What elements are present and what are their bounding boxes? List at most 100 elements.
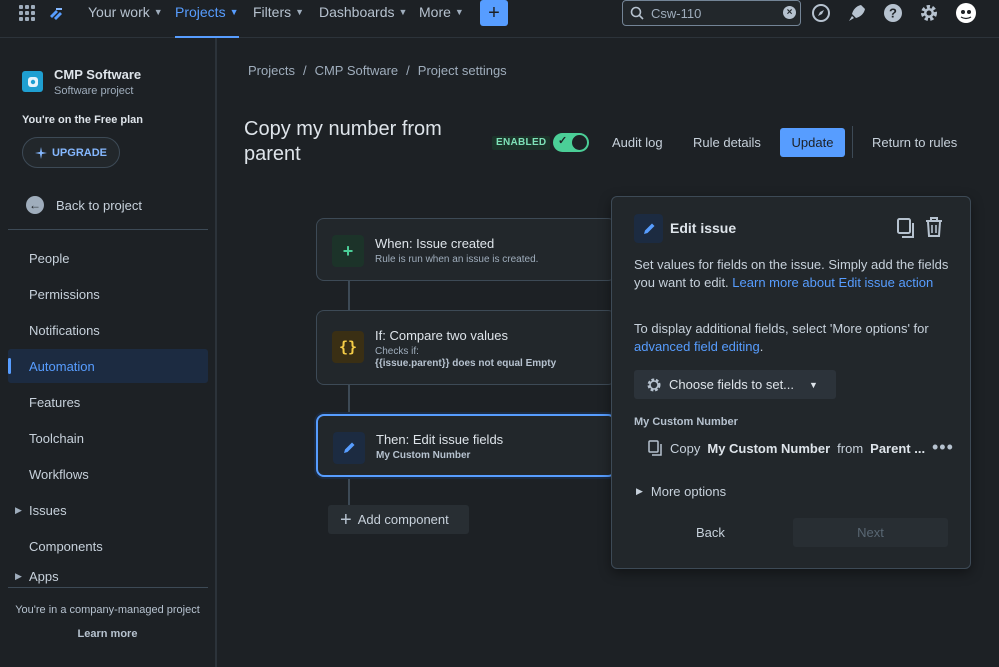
sidebar-item-label: Components [29,538,103,554]
learn-more-edit-issue-link[interactable]: Learn more about Edit issue action [732,275,933,290]
search-icon [630,6,644,20]
field-value-source: Parent ... [870,440,926,456]
node-subtitle: Rule is run when an issue is created. [375,254,539,265]
node-subtitle: My Custom Number [376,450,471,461]
edit-icon [634,214,663,243]
sidebar-item-label: Apps [29,568,59,584]
edit-icon [333,432,365,464]
chevron-down-icon: ▼ [809,379,818,390]
curly-braces-icon: {} [332,331,364,363]
sidebar-item-label: People [29,250,70,266]
chevron-down-icon: ▼ [295,7,305,17]
search-input[interactable] [651,4,771,22]
more-actions-icon[interactable]: ••• [932,438,954,456]
gear-icon [647,378,661,391]
rule-enabled-toggle[interactable]: ✓ [553,133,589,152]
sidebar-item-label: Issues [29,502,67,518]
breadcrumb-separator: / [302,63,307,78]
flow-connector [348,478,350,506]
search-box[interactable]: × [622,0,801,26]
app-switcher-icon[interactable] [19,5,35,21]
trigger-node[interactable]: + When: Issue created Rule is run when a… [316,218,616,281]
more-options-toggle[interactable]: ▶ More options [636,484,726,499]
nav-dashboards[interactable]: Dashboards ▼ [319,4,407,38]
field-value-prefix: Copy [670,440,701,456]
action-node[interactable]: Then: Edit issue fields My Custom Number [316,414,616,477]
condition-node[interactable]: {} If: Compare two values Checks if: {{i… [316,310,616,385]
sidebar-item-apps[interactable]: ▶ Apps [8,565,208,587]
update-button[interactable]: Update [780,128,845,157]
chevron-down-icon: ▼ [153,7,163,17]
plus-icon: + [488,1,500,24]
trash-icon[interactable] [924,216,944,238]
return-to-rules-button[interactable]: Return to rules [872,128,957,157]
sidebar-item-workflows[interactable]: Workflows [8,457,208,491]
top-navigation: Your work ▼ Projects ▼ Filters ▼ Dashboards… [0,0,999,38]
sidebar-item-features[interactable]: Features [8,385,208,419]
chevron-right-icon: ▶ [636,486,643,496]
field-value-row[interactable]: Copy My Custom Number from Parent ... [648,440,925,456]
advanced-field-editing-link[interactable]: advanced field editing [634,339,760,354]
clear-icon[interactable]: × [783,6,796,19]
sidebar-item-notifications[interactable]: Notifications [8,313,208,347]
back-button[interactable]: Back [696,525,725,540]
node-detail: {{issue.parent}} does not equal Empty [375,358,557,369]
settings-icon[interactable] [918,2,940,24]
jira-logo-icon[interactable] [46,4,66,24]
panel-description-advanced: To display additional fields, select 'Mo… [634,320,952,356]
sidebar-item-toolchain[interactable]: Toolchain [8,421,208,455]
plus-icon: + [332,235,364,267]
sidebar-item-label: Automation [29,358,95,374]
sidebar-item-issues[interactable]: ▶ Issues [8,493,208,527]
node-title: When: Issue created [375,236,495,251]
field-value-field: My Custom Number [707,440,831,456]
breadcrumb-projects[interactable]: Projects [248,63,295,78]
field-label: My Custom Number [634,416,738,428]
nav-projects[interactable]: Projects ▼ [175,4,239,38]
flow-connector [348,385,350,414]
sidebar-item-automation[interactable]: Automation [8,349,208,383]
node-title: Then: Edit issue fields [376,432,504,447]
panel-description: Set values for fields on the issue. Simp… [634,256,952,292]
avatar[interactable] [955,2,977,24]
plan-text: You're on the Free plan [22,114,143,126]
rule-details-button[interactable]: Rule details [693,128,761,157]
upgrade-button[interactable]: UPGRADE [22,137,120,168]
breadcrumb-separator: / [406,63,410,78]
next-button[interactable]: Next [793,518,948,547]
nav-more[interactable]: More ▼ [419,4,464,38]
create-button[interactable]: + [480,0,508,26]
breadcrumb-settings[interactable]: Project settings [418,63,507,78]
sidebar-item-label: Permissions [29,286,100,302]
sidebar-item-permissions[interactable]: Permissions [8,277,208,311]
choose-fields-dropdown[interactable]: Choose fields to set... ▼ [634,370,836,399]
breadcrumb-project[interactable]: CMP Software [315,63,399,78]
learn-more-link[interactable]: Learn more [0,628,215,640]
sidebar-item-label: Toolchain [29,430,84,446]
sidebar-item-people[interactable]: People [8,241,208,275]
help-icon[interactable]: ? [882,2,904,24]
flow-connector [348,281,350,310]
compass-icon[interactable] [810,2,832,24]
back-to-project-link[interactable]: ← Back to project [26,195,142,215]
nav-filters[interactable]: Filters ▼ [253,4,304,38]
edit-issue-panel: Edit issue Set values for fields on the … [611,196,971,569]
field-value-mid: from [837,440,864,456]
breadcrumb: Projects / CMP Software / Project settin… [248,63,507,78]
copy-icon[interactable] [895,217,917,239]
chevron-down-icon: ▼ [398,7,408,17]
add-component-label: Add component [357,512,449,527]
sidebar-divider [8,587,208,588]
toggle-knob [572,135,587,150]
sidebar-item-components[interactable]: Components [8,529,208,563]
sparkle-icon [34,146,47,159]
add-component-button[interactable]: + Add component [328,505,469,534]
audit-log-button[interactable]: Audit log [612,128,663,157]
rocket-icon[interactable] [846,2,868,24]
more-options-label: More options [650,484,727,499]
sidebar-item-label: Notifications [29,322,100,338]
project-icon [27,76,38,87]
nav-your-work[interactable]: Your work ▼ [88,4,163,38]
managed-project-text: You're in a company-managed project [15,604,200,616]
chevron-right-icon: ▶ [15,570,22,581]
